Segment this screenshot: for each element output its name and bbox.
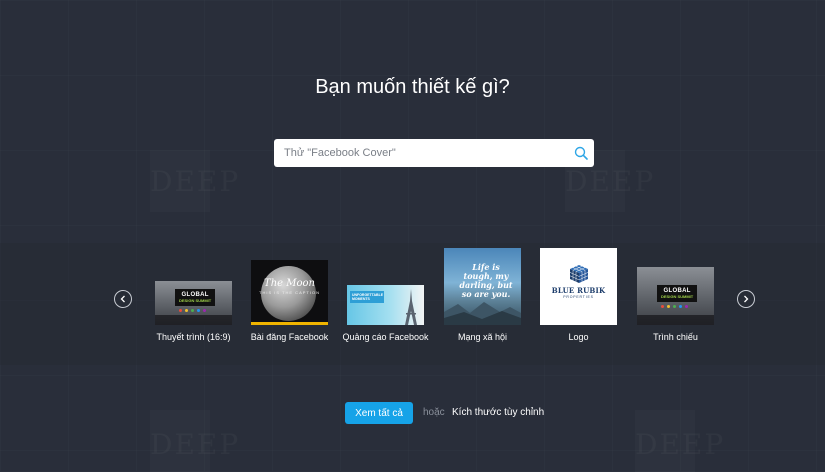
or-text: hoặc <box>423 407 445 418</box>
search-box[interactable] <box>274 139 594 167</box>
card-thumbnail: The Moon THIS IS THE CAPTION <box>251 260 328 325</box>
mountain-image <box>444 302 521 325</box>
card-thumbnail: Life is tough, my darling, but so are yo… <box>444 248 521 325</box>
card-thumbnail: UNFORGETTABLE MOMENTS <box>347 285 424 325</box>
thumbnail-brand-sub: PROPERTIES <box>563 295 594 299</box>
thumbnail-strip <box>155 315 232 325</box>
card-thumbnail: GLOBAL DESIGN SUMMIT <box>637 267 714 325</box>
thumbnail-subtitle: THIS IS THE CAPTION <box>259 290 320 295</box>
thumbnail-dots <box>179 309 206 312</box>
page-title: Bạn muốn thiết kế gì? <box>315 76 510 98</box>
chevron-left-icon <box>120 295 125 303</box>
thumbnail-title: The Moon <box>264 278 315 289</box>
carousel-prev-button[interactable] <box>114 290 132 308</box>
rubik-cube-icon <box>569 265 589 283</box>
custom-size-link[interactable]: Kích thước tùy chỉnh <box>452 407 544 418</box>
search-icon[interactable] <box>574 146 588 160</box>
eiffel-tower-image <box>405 289 417 325</box>
thumbnail-logo: GLOBAL DESIGN SUMMIT <box>175 289 216 306</box>
see-all-button[interactable]: Xem tất cả <box>345 402 413 424</box>
thumbnail-brand: BLUE RUBIK <box>551 286 606 295</box>
thumbnail-bar <box>251 322 328 325</box>
thumbnail-dots <box>661 305 688 308</box>
thumbnail-quote: Life is tough, my darling, but so are yo… <box>459 262 513 299</box>
background-overlay <box>0 0 825 471</box>
chevron-right-icon <box>744 295 749 303</box>
thumbnail-logo: GLOBAL DESIGN SUMMIT <box>657 285 698 302</box>
card-thumbnail: BLUE RUBIK PROPERTIES <box>540 248 617 325</box>
thumbnail-tag: UNFORGETTABLE MOMENTS <box>350 291 384 303</box>
search-input[interactable] <box>274 139 564 167</box>
carousel-next-button[interactable] <box>737 290 755 308</box>
card-label: Trình chiếu <box>653 332 698 342</box>
card-thumbnail: GLOBAL DESIGN SUMMIT <box>155 281 232 325</box>
thumbnail-strip <box>637 315 714 325</box>
